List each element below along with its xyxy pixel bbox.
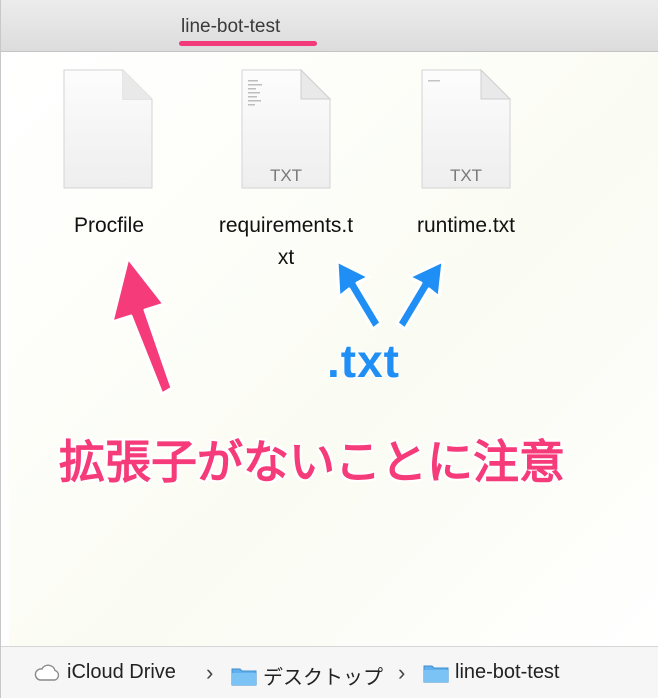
blue-arrow-left-icon	[335, 259, 383, 331]
chevron-right-icon: ›	[206, 660, 214, 685]
breadcrumb-icloud-drive[interactable]: iCloud Drive	[33, 661, 176, 684]
file-item-procfile[interactable]	[61, 68, 155, 192]
path-bar: iCloud Drive › デスクトップ › line-bot-test	[1, 646, 658, 698]
window-title: line-bot-test	[181, 16, 281, 37]
breadcrumb-label: line-bot-test	[455, 661, 560, 683]
file-browser-area[interactable]: Procfile TXT requirements.t xt TXT runti…	[9, 52, 658, 646]
cloud-icon	[34, 664, 60, 681]
chevron-right-icon: ›	[398, 660, 406, 685]
pink-arrow-icon	[110, 256, 174, 396]
generic-document-icon	[63, 69, 153, 189]
breadcrumb-label: iCloud Drive	[67, 661, 176, 683]
file-item-runtime-txt[interactable]: TXT	[419, 68, 513, 192]
file-name-procfile[interactable]: Procfile	[57, 210, 161, 242]
title-highlight-underline	[179, 41, 317, 46]
title-bar[interactable]: line-bot-test	[1, 0, 658, 52]
file-name-runtime-txt[interactable]: runtime.txt	[399, 210, 533, 242]
txt-badge: TXT	[269, 166, 303, 185]
folder-icon	[231, 668, 257, 685]
breadcrumb-line-bot-test[interactable]: line-bot-test	[423, 661, 560, 684]
file-item-requirements-txt[interactable]: TXT	[239, 68, 333, 192]
finder-window: line-bot-test Procfile TXT requirements.…	[0, 0, 658, 698]
txt-extension-label: .txt	[326, 334, 400, 388]
breadcrumb-label: デスクトップ	[263, 667, 383, 689]
file-name-line-1: requirements.t	[218, 214, 354, 237]
blue-arrow-right-icon	[395, 259, 445, 331]
folder-icon	[423, 665, 449, 682]
no-extension-warning: 拡張子がないことに注意	[59, 436, 565, 488]
txt-badge: TXT	[449, 166, 483, 185]
breadcrumb-desktop[interactable]: デスクトップ	[231, 661, 383, 690]
